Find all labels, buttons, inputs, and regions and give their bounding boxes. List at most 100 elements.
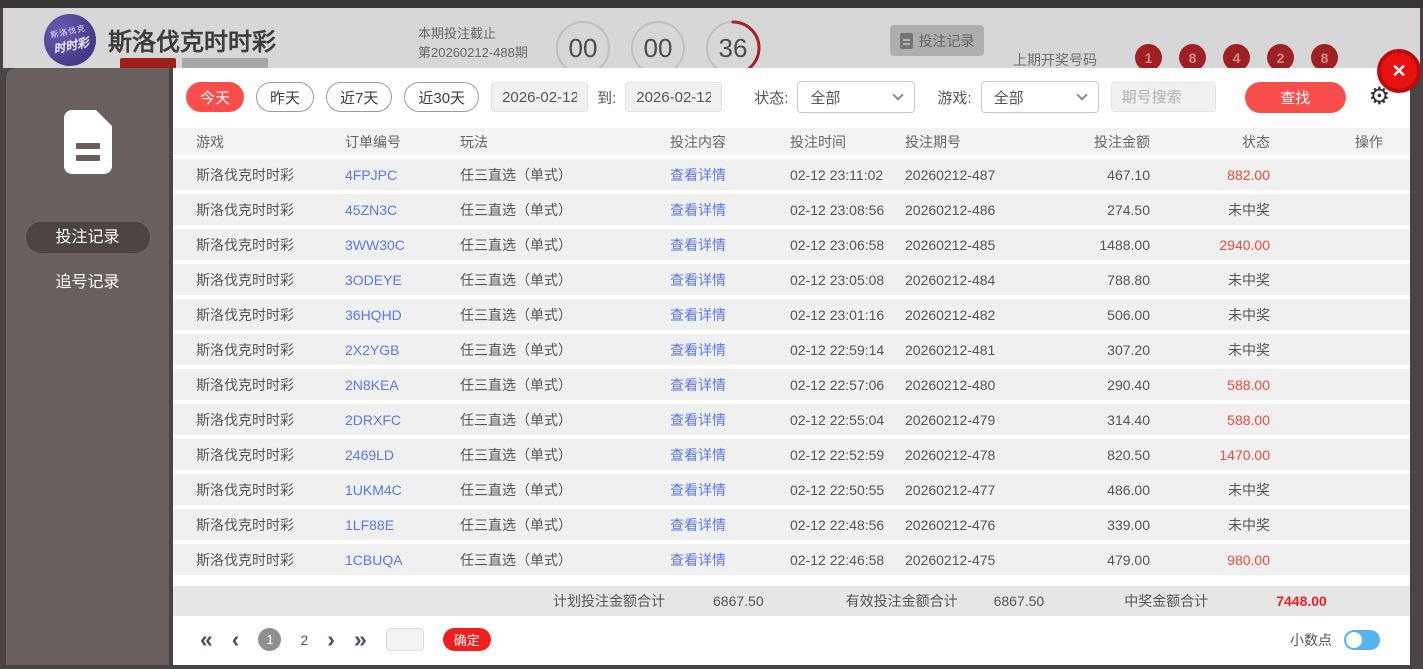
view-details-link[interactable]: 查看详情 xyxy=(670,305,790,325)
cell-status: 未中奖 xyxy=(1228,516,1270,533)
next-page-icon[interactable]: › xyxy=(327,628,335,651)
cell-period: 20260212-481 xyxy=(905,341,996,358)
win-total-label: 中奖金额合计 xyxy=(1124,593,1209,609)
view-details-link[interactable]: 查看详情 xyxy=(670,165,790,185)
last-draw-label: 上期开奖号码 xyxy=(1013,52,1097,68)
order-number-link[interactable]: 4FPJPC xyxy=(345,167,460,183)
cell-status: 未中奖 xyxy=(1228,481,1270,498)
table-column-header: 玩法 xyxy=(460,133,488,150)
cell-period: 20260212-479 xyxy=(905,411,996,428)
search-button[interactable]: 查找 xyxy=(1244,81,1346,113)
page-jump-input[interactable] xyxy=(385,628,424,651)
quick-range-button[interactable]: 近7天 xyxy=(326,82,393,112)
cell-status: 未中奖 xyxy=(1228,341,1270,358)
cell-amount: 467.10 xyxy=(1107,166,1150,183)
prev-page-icon[interactable]: ‹ xyxy=(232,628,240,651)
page-number-2[interactable]: 2 xyxy=(300,632,308,648)
table-column-header: 投注金额 xyxy=(1094,133,1150,150)
table-row: 斯洛伐克时时彩 4FPJPC 任三直选（单式） 查看详情 02-12 23:11:02 2… xyxy=(173,159,1410,190)
order-number-link[interactable]: 2DRXFC xyxy=(345,412,460,428)
valid-total-label: 有效投注金额合计 xyxy=(845,593,958,609)
order-number-link[interactable]: 1CBUQA xyxy=(345,552,460,568)
top-dark-strip xyxy=(0,0,1423,8)
countdown-hours-value: 00 xyxy=(568,32,598,63)
header-tab-red-stub[interactable] xyxy=(120,58,176,68)
quick-range-button[interactable]: 近30天 xyxy=(404,82,480,112)
page-background: 斯洛伐克 时时彩 斯洛伐克时时彩 本期投注截止 第20260212-488期 0… xyxy=(0,0,1423,669)
cell-time: 02-12 22:55:04 xyxy=(790,411,885,428)
countdown-seconds-value: 36 xyxy=(718,32,748,63)
view-details-link[interactable]: 查看详情 xyxy=(670,270,790,290)
date-from-input[interactable] xyxy=(491,82,589,112)
date-to-label: 到: xyxy=(597,89,617,107)
order-number-link[interactable]: 3ODEYE xyxy=(345,272,460,288)
last-page-icon[interactable]: » xyxy=(354,628,367,651)
order-number-link[interactable]: 1LF88E xyxy=(345,517,460,533)
quick-range-button[interactable]: 昨天 xyxy=(256,82,315,112)
betting-record-icon xyxy=(63,110,112,174)
bet-record-header-button[interactable]: 投注记录 xyxy=(890,25,984,56)
cell-play: 任三直选（单式） xyxy=(460,551,572,568)
view-details-link[interactable]: 查看详情 xyxy=(670,480,790,500)
order-number-link[interactable]: 1UKM4C xyxy=(345,482,460,498)
cell-period: 20260212-478 xyxy=(905,446,996,463)
sidebar-item-bet-records[interactable]: 投注记录 xyxy=(25,222,150,253)
view-details-link[interactable]: 查看详情 xyxy=(670,410,790,430)
cell-time: 02-12 22:52:59 xyxy=(790,446,885,463)
page-number-group: 12 xyxy=(258,628,308,651)
game-select[interactable]: 全部 xyxy=(980,81,1099,113)
decimal-toggle[interactable] xyxy=(1344,629,1380,650)
cell-game: 斯洛伐克时时彩 xyxy=(196,341,294,358)
date-to-input[interactable] xyxy=(625,82,723,112)
cell-period: 20260212-486 xyxy=(905,201,996,218)
countdown-seconds: 36 xyxy=(705,20,761,68)
cell-play: 任三直选（单式） xyxy=(460,446,572,463)
valid-total-value: 6867.50 xyxy=(993,593,1045,609)
cell-period: 20260212-485 xyxy=(905,236,996,253)
order-number-link[interactable]: 2469LD xyxy=(345,447,460,463)
plan-total-value: 6867.50 xyxy=(713,593,764,609)
first-page-icon[interactable]: « xyxy=(200,628,213,651)
win-total-value: 7448.00 xyxy=(1276,593,1327,609)
order-number-link[interactable]: 2X2YGB xyxy=(345,342,460,358)
view-details-link[interactable]: 查看详情 xyxy=(670,375,790,395)
lottery-page-header: 斯洛伐克 时时彩 斯洛伐克时时彩 本期投注截止 第20260212-488期 0… xyxy=(3,8,1420,68)
cell-play: 任三直选（单式） xyxy=(460,271,572,288)
table-header-row: 游戏 订单编号 玩法 投注内容 投注时间 投注期号 投注金额 状态 操作 xyxy=(173,128,1410,155)
cell-amount: 820.50 xyxy=(1107,446,1150,463)
cell-amount: 339.00 xyxy=(1107,516,1150,533)
view-details-link[interactable]: 查看详情 xyxy=(670,200,790,220)
confirm-page-button[interactable]: 确定 xyxy=(442,628,491,651)
order-number-link[interactable]: 2N8KEA xyxy=(345,377,460,393)
quick-range-button[interactable]: 今天 xyxy=(186,82,245,112)
view-details-link[interactable]: 查看详情 xyxy=(670,515,790,535)
table-body: 斯洛伐克时时彩 4FPJPC 任三直选（单式） 查看详情 02-12 23:11:02 2… xyxy=(173,159,1410,575)
view-details-link[interactable]: 查看详情 xyxy=(670,235,790,255)
view-details-link[interactable]: 查看详情 xyxy=(670,340,790,360)
modal-footer: « ‹ 12 › » 确定 小数点 xyxy=(173,616,1410,663)
view-details-link[interactable]: 查看详情 xyxy=(670,550,790,570)
order-number-link[interactable]: 3WW30C xyxy=(345,237,460,253)
bet-deadline-block: 本期投注截止 第20260212-488期 xyxy=(418,24,528,62)
table-row: 斯洛伐克时时彩 1CBUQA 任三直选（单式） 查看详情 02-12 22:46:58 2… xyxy=(173,544,1410,575)
view-details-link[interactable]: 查看详情 xyxy=(670,445,790,465)
last-draw-numbers: 18428 xyxy=(1135,44,1338,68)
close-icon[interactable]: ✕ xyxy=(1377,49,1421,93)
lottery-logo: 斯洛伐克 时时彩 xyxy=(39,9,101,68)
header-tab-gray-stub[interactable] xyxy=(182,58,268,68)
status-select[interactable]: 全部 xyxy=(797,81,916,113)
cell-status: 588.00 xyxy=(1227,376,1270,393)
cell-status: 2940.00 xyxy=(1219,236,1270,253)
draw-number-ball: 4 xyxy=(1223,44,1250,68)
cell-time: 02-12 22:59:14 xyxy=(790,341,885,358)
order-number-link[interactable]: 36HQHD xyxy=(345,307,460,323)
order-number-link[interactable]: 45ZN3C xyxy=(345,202,460,218)
cell-game: 斯洛伐克时时彩 xyxy=(196,551,294,568)
cell-time: 02-12 23:11:02 xyxy=(790,166,884,183)
draw-number-ball: 8 xyxy=(1179,44,1206,68)
period-search-input[interactable] xyxy=(1110,82,1216,112)
table-column-header: 投注时间 xyxy=(790,133,846,150)
cell-status: 未中奖 xyxy=(1228,271,1270,288)
sidebar-item-chase-records[interactable]: 追号记录 xyxy=(6,268,169,292)
page-number-1[interactable]: 1 xyxy=(258,628,282,651)
